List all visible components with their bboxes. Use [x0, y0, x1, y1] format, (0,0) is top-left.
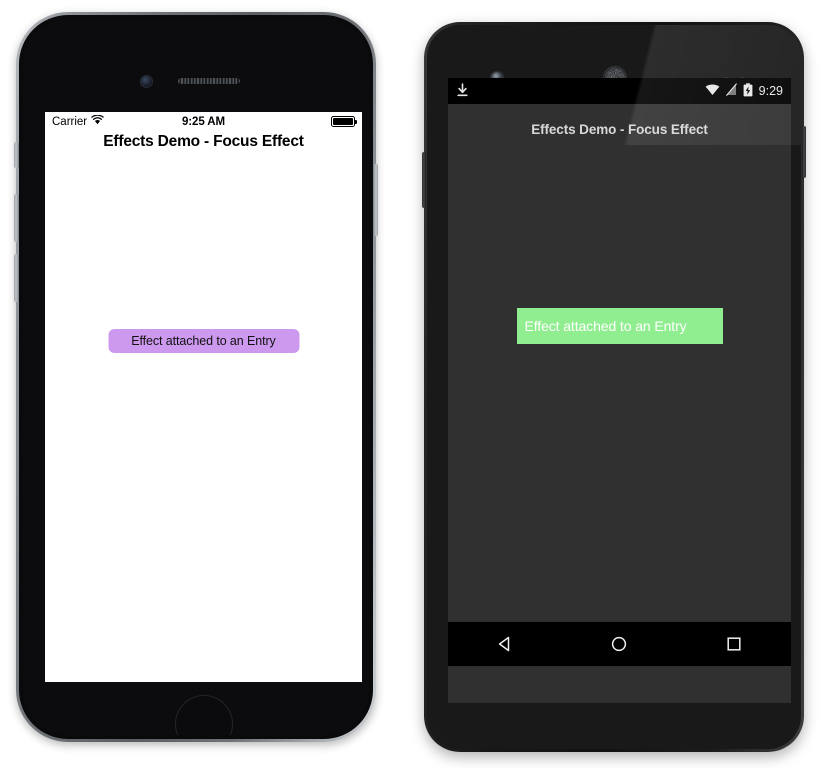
ios-device-glass: Carrier 9:25 AM Effects Demo - Focus Eff…: [23, 19, 369, 735]
download-icon: [456, 82, 469, 100]
front-camera-icon: [141, 76, 152, 87]
earpiece-speaker-icon: [178, 78, 240, 84]
android-page-title: Effects Demo - Focus Effect: [531, 122, 708, 137]
ios-screen: Carrier 9:25 AM Effects Demo - Focus Eff…: [45, 112, 362, 682]
ios-home-button[interactable]: [175, 695, 233, 735]
ios-clock: 9:25 AM: [182, 115, 225, 128]
ios-status-bar: Carrier 9:25 AM: [45, 112, 362, 131]
android-status-right: 9:29: [705, 82, 783, 100]
ios-device-mockup: Carrier 9:25 AM Effects Demo - Focus Eff…: [14, 12, 378, 742]
home-nav-icon[interactable]: [606, 631, 632, 657]
ios-volume-down-button[interactable]: [14, 254, 19, 302]
android-content-area: Effect attached to an Entry: [448, 137, 791, 666]
ios-entry-field[interactable]: Effect attached to an Entry: [108, 329, 299, 353]
ios-status-right: [331, 116, 358, 127]
no-sim-icon: [725, 83, 737, 99]
android-device-mockup: 9:29 Effects Demo - Focus Effect Effect …: [422, 22, 806, 752]
android-power-button[interactable]: [802, 126, 806, 178]
ios-power-button[interactable]: [373, 164, 378, 236]
back-nav-icon[interactable]: [492, 631, 518, 657]
android-clock: 9:29: [758, 84, 783, 98]
android-navigation-bar: [448, 622, 791, 666]
ios-volume-up-button[interactable]: [14, 194, 19, 242]
android-entry-field[interactable]: Effect attached to an Entry: [516, 308, 723, 344]
android-device-body: 9:29 Effects Demo - Focus Effect Effect …: [427, 25, 801, 749]
android-screen: 9:29 Effects Demo - Focus Effect Effect …: [448, 78, 791, 703]
battery-charging-icon: [743, 82, 753, 100]
android-volume-rocker[interactable]: [422, 152, 426, 208]
ios-content-area: Effect attached to an Entry: [45, 151, 362, 682]
ios-page-title: Effects Demo - Focus Effect: [103, 133, 304, 150]
ios-mute-switch[interactable]: [14, 142, 19, 168]
recents-nav-icon[interactable]: [721, 631, 747, 657]
android-status-bar: 9:29: [448, 78, 791, 104]
battery-full-icon: [331, 116, 358, 127]
wifi-icon: [705, 84, 720, 99]
